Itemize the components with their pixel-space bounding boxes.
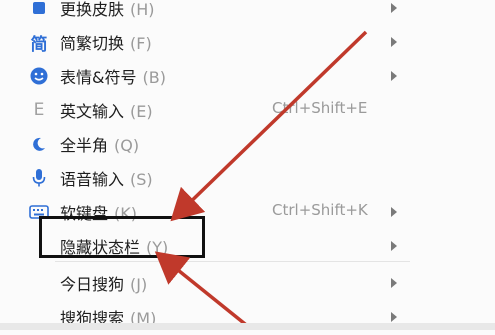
arrow-top	[170, 30, 368, 222]
annotation-arrows	[154, 30, 368, 330]
arrow-bottom	[154, 251, 256, 330]
bottom-strip	[0, 323, 495, 330]
